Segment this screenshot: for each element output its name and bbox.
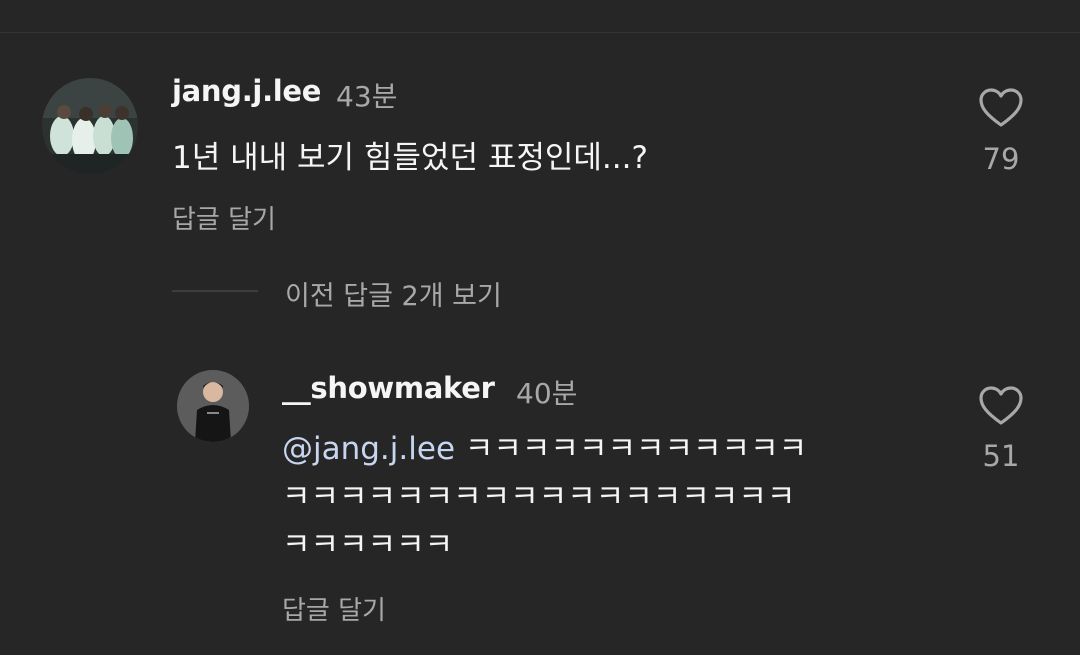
- reply-username[interactable]: __showmaker: [282, 371, 495, 405]
- top-divider: [0, 32, 1080, 33]
- reply-like-button[interactable]: [979, 386, 1023, 426]
- reply-reply-button[interactable]: 답글 달기: [282, 590, 386, 627]
- reply-like-count: 51: [982, 439, 1020, 473]
- comment-like-count: 79: [982, 142, 1020, 176]
- person-avatar-icon: [177, 370, 249, 442]
- comment-username[interactable]: jang.j.lee: [172, 74, 321, 108]
- reply-timestamp: 40분: [516, 377, 578, 410]
- reply-avatar[interactable]: [177, 370, 249, 442]
- team-photo-avatar-icon: [42, 78, 138, 174]
- comment-reply-button[interactable]: 답글 달기: [172, 199, 276, 236]
- heart-icon: [979, 88, 1023, 127]
- reply-text-line-3: ㅋㅋㅋㅋㅋㅋ: [282, 527, 454, 563]
- comment-avatar[interactable]: [42, 78, 138, 174]
- heart-icon: [979, 386, 1023, 425]
- reply-text: @jang.j.lee ㅋㅋㅋㅋㅋㅋㅋㅋㅋㅋㅋㅋ ㅋㅋㅋㅋㅋㅋㅋㅋㅋㅋㅋㅋㅋㅋㅋ…: [282, 425, 932, 569]
- mention-link[interactable]: @jang.j.lee: [282, 431, 455, 467]
- comment-timestamp: 43분: [336, 80, 398, 113]
- comment-text: 1년 내내 보기 힘들었던 표정인데...?: [172, 140, 648, 176]
- view-previous-replies-button[interactable]: 이전 답글 2개 보기: [285, 274, 502, 313]
- view-replies-line: [172, 290, 258, 292]
- reply-text-line-1: @jang.j.lee ㅋㅋㅋㅋㅋㅋㅋㅋㅋㅋㅋㅋ: [282, 425, 932, 473]
- reply-text-line-1-content: ㅋㅋㅋㅋㅋㅋㅋㅋㅋㅋㅋㅋ: [455, 431, 808, 467]
- reply-text-line-2: ㅋㅋㅋㅋㅋㅋㅋㅋㅋㅋㅋㅋㅋㅋㅋㅋㅋㅋ: [282, 479, 796, 515]
- comment-like-button[interactable]: [979, 88, 1023, 128]
